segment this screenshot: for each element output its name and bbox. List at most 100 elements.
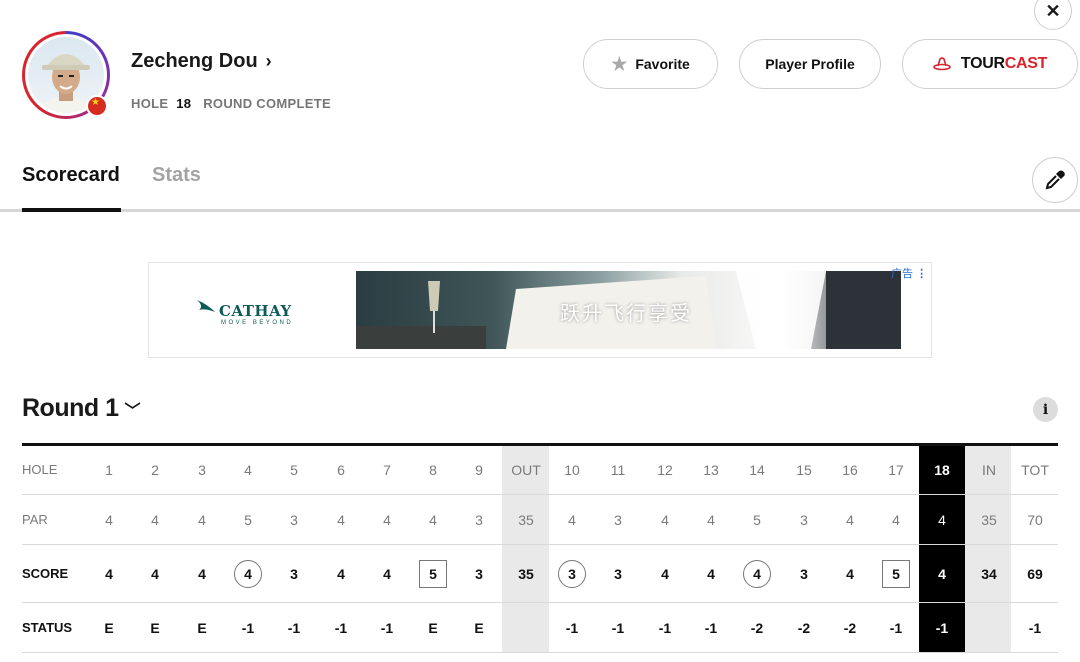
score-cell-hole: 6 — [337, 462, 345, 478]
score-cell-hole: 3 — [198, 462, 206, 478]
player-name: Zecheng Dou — [131, 50, 258, 72]
score-cell-hole: 9 — [475, 462, 483, 478]
row-label-score: SCORE — [22, 566, 69, 581]
score-cell-par: 4 — [661, 512, 669, 528]
score-cell-par: 4 — [429, 512, 437, 528]
score-cell-status: -1 — [565, 620, 579, 636]
score-cell-par: 3 — [475, 512, 483, 528]
score-cell-par: 35 — [518, 512, 534, 528]
birdie-circle-marker — [743, 560, 771, 588]
score-cell-hole: 14 — [749, 462, 765, 478]
tourcast-tour-text: TOUR — [960, 55, 1005, 72]
birdie-circle-marker — [558, 560, 586, 588]
score-cell-status: -2 — [750, 620, 764, 636]
score-cell-par: 4 — [105, 512, 113, 528]
score-cell-score: 3 — [614, 566, 622, 582]
score-cell-status: -1 — [611, 620, 625, 636]
score-cell-score: 4 — [661, 566, 669, 582]
tab-stats[interactable]: Stats — [152, 164, 201, 187]
ad-label-text: 广告 — [891, 268, 913, 280]
score-cell-hole: 1 — [105, 462, 113, 478]
ad-headline: 跃升飞行享受 — [560, 301, 692, 325]
score-cell-par: 5 — [244, 512, 252, 528]
score-cell-score: 3 — [290, 566, 298, 582]
cathay-logo-icon — [195, 296, 217, 323]
hole-number: 18 — [176, 96, 192, 111]
row-label-par: PAR — [22, 512, 48, 527]
info-icon[interactable]: i — [1033, 397, 1058, 422]
score-cell-status: -1 — [380, 620, 394, 636]
active-tab-indicator — [22, 208, 121, 212]
score-cell-status: -2 — [797, 620, 811, 636]
color-picker-button[interactable] — [1032, 157, 1078, 203]
score-cell-hole: 12 — [657, 462, 673, 478]
score-cell-hole: 4 — [244, 462, 252, 478]
china-flag-icon: ★ — [86, 95, 108, 117]
row-divider — [22, 544, 1058, 545]
score-cell-score: 4 — [383, 566, 391, 582]
score-cell-hole: 18 — [934, 462, 950, 478]
ad-choices-label[interactable]: 广告 ⋮ — [891, 265, 927, 281]
birdie-circle-marker — [234, 560, 262, 588]
score-cell-score: 4 — [337, 566, 345, 582]
row-label-hole: HOLE — [22, 462, 58, 477]
tourcast-label: TOURCAST — [960, 55, 1048, 73]
round-selector[interactable]: Round 1 ﹀ — [22, 394, 141, 423]
score-cell-par: 3 — [800, 512, 808, 528]
score-cell-hole: 17 — [888, 462, 904, 478]
score-cell-hole: 11 — [610, 462, 626, 478]
score-cell-hole: 7 — [383, 462, 391, 478]
chevron-right-icon: › — [265, 51, 272, 71]
score-cell-status: E — [197, 620, 207, 636]
tourcast-button[interactable]: TOURCAST — [902, 39, 1078, 89]
score-cell-hole: 15 — [796, 462, 812, 478]
tourcast-cast-text: CAST — [1004, 55, 1048, 72]
score-cell-status: E — [474, 620, 484, 636]
score-cell-par: 4 — [892, 512, 900, 528]
round-label: Round 1 — [22, 394, 119, 422]
player-profile-button[interactable]: Player Profile — [739, 39, 881, 89]
score-cell-par: 4 — [198, 512, 206, 528]
score-cell-par: 5 — [753, 512, 761, 528]
row-divider — [22, 602, 1058, 603]
chevron-down-icon: ﹀ — [124, 403, 141, 420]
score-cell-hole: 13 — [703, 462, 719, 478]
score-cell-hole: 5 — [290, 462, 298, 478]
score-cell-status: -1 — [334, 620, 348, 636]
score-cell-hole: TOT — [1021, 462, 1049, 478]
tab-scorecard[interactable]: Scorecard — [22, 164, 120, 187]
score-cell-score: 34 — [981, 566, 997, 582]
score-cell-hole: 8 — [429, 462, 437, 478]
more-vert-icon: ⋮ — [916, 268, 928, 280]
score-cell-status: -1 — [287, 620, 301, 636]
score-cell-status: -1 — [704, 620, 718, 636]
score-cell-hole: 2 — [151, 462, 159, 478]
score-cell-status: -1 — [658, 620, 672, 636]
score-cell-status: -2 — [843, 620, 857, 636]
score-cell-score: 4 — [105, 566, 113, 582]
round-status: ROUND COMPLETE — [203, 96, 331, 111]
score-cell-score: 35 — [518, 566, 534, 582]
score-cell-status: -1 — [935, 620, 949, 636]
score-cell-par: 4 — [383, 512, 391, 528]
row-divider — [22, 652, 1058, 653]
eyedropper-icon — [1044, 169, 1066, 191]
score-cell-score: 4 — [198, 566, 206, 582]
row-divider — [22, 494, 1058, 495]
score-cell-score: 4 — [938, 566, 946, 582]
score-cell-status: E — [150, 620, 160, 636]
ad-brand: CATHAY — [219, 302, 292, 320]
score-cell-hole: IN — [982, 462, 996, 478]
score-cell-score: 3 — [475, 566, 483, 582]
score-cell-hole: 16 — [842, 462, 858, 478]
player-name-link[interactable]: Zecheng Dou › — [131, 50, 272, 73]
score-cell-status: E — [104, 620, 114, 636]
score-cell-score: 69 — [1027, 566, 1043, 582]
close-button[interactable]: ✕ — [1034, 0, 1072, 30]
score-cell-par: 4 — [151, 512, 159, 528]
favorite-button[interactable]: ★ Favorite — [583, 39, 718, 89]
bogey-square-marker — [882, 560, 910, 588]
tabs-divider — [0, 209, 1080, 212]
score-cell-status: -1 — [1028, 620, 1042, 636]
score-cell-par: 4 — [846, 512, 854, 528]
